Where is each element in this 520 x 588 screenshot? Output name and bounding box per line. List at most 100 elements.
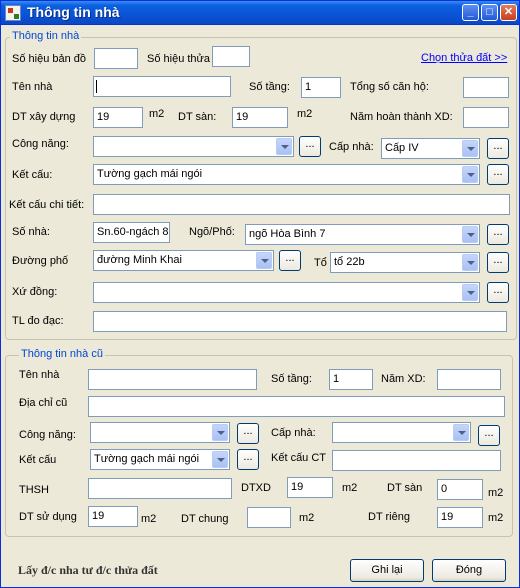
ket-cau-select[interactable]: Tường gạch mái ngói: [93, 164, 480, 185]
duong-pho-label: Đường phố: [12, 255, 69, 267]
tong-so-can-ho-input[interactable]: [463, 77, 509, 98]
dong-button[interactable]: Đóng: [432, 559, 506, 582]
m2-unit: m2: [297, 108, 313, 120]
dt-su-dung-label: DT sử dụng: [19, 511, 77, 523]
minimize-button[interactable]: _: [462, 4, 479, 21]
dtxd-input[interactable]: 19: [287, 477, 333, 498]
old-cong-nang-label: Công năng:: [19, 429, 76, 441]
dia-chi-cu-label: Địa chỉ cũ: [19, 397, 68, 409]
ket-cau-ct-label: Kết cấu CT: [271, 452, 327, 464]
so-hieu-thua-label: Số hiệu thửa: [147, 53, 211, 65]
so-hieu-thua-input[interactable]: [212, 46, 250, 67]
tl-do-dac-label: TL đo đạc:: [12, 315, 64, 327]
cap-nha-select[interactable]: Cấp IV: [381, 138, 480, 159]
duong-pho-value: đường Minh Khai: [97, 254, 182, 266]
old-ten-nha-input[interactable]: [88, 369, 257, 390]
maximize-button[interactable]: □: [481, 4, 498, 21]
ket-cau-ct-input[interactable]: [332, 450, 501, 471]
chevron-down-icon[interactable]: [276, 138, 292, 155]
dia-chi-cu-input[interactable]: [88, 396, 505, 417]
to-select[interactable]: tổ 22b: [330, 252, 480, 273]
so-tang-label: Số tầng:: [249, 81, 290, 93]
old-cong-nang-select[interactable]: [90, 422, 230, 443]
nam-hoan-thanh-label: Năm hoàn thành XD:: [350, 111, 453, 123]
cong-nang-select[interactable]: [93, 136, 294, 157]
m2-unit: m2: [149, 108, 165, 120]
dt-chung-input[interactable]: [247, 507, 291, 528]
chevron-down-icon[interactable]: [212, 424, 228, 441]
to-value: tổ 22b: [334, 256, 365, 268]
old-house-group-title: Thông tin nhà cũ: [19, 348, 105, 360]
cap-nha-browse-button[interactable]: ...: [487, 138, 509, 159]
tl-do-dac-input[interactable]: [93, 311, 507, 332]
chevron-down-icon[interactable]: [462, 166, 478, 183]
m2-unit: m2: [488, 512, 504, 524]
xu-dong-browse-button[interactable]: ...: [487, 282, 509, 303]
old-dt-san-label: DT sàn: [387, 482, 423, 494]
chon-thua-dat-link[interactable]: Chọn thửa đất >>: [421, 52, 507, 64]
m2-unit: m2: [299, 512, 315, 524]
dt-rieng-input[interactable]: 19: [437, 507, 483, 528]
old-ket-cau-label: Kết cấu: [19, 454, 57, 466]
so-tang-input[interactable]: 1: [301, 77, 341, 98]
ket-cau-value: Tường gạch mái ngói: [97, 168, 203, 180]
chevron-down-icon[interactable]: [462, 254, 478, 271]
ngo-pho-browse-button[interactable]: ...: [487, 224, 509, 245]
old-so-tang-label: Số tầng:: [271, 373, 312, 385]
old-so-tang-input[interactable]: 1: [329, 369, 373, 390]
title-bar[interactable]: Thông tin nhà _ □ ✕: [1, 1, 519, 25]
ngo-pho-select[interactable]: ngõ Hòa Bình 7: [245, 224, 480, 245]
tong-so-can-ho-label: Tổng số căn hộ:: [350, 81, 429, 93]
ket-cau-chi-tiet-label: Kết cấu chi tiết:: [9, 199, 85, 211]
ket-cau-browse-button[interactable]: ...: [487, 164, 509, 185]
xu-dong-label: Xứ đồng:: [12, 286, 58, 298]
old-cap-nha-select[interactable]: [332, 422, 471, 443]
to-browse-button[interactable]: ...: [487, 252, 509, 273]
old-dt-san-input[interactable]: 0: [437, 479, 483, 500]
ket-cau-label: Kết cấu:: [12, 169, 53, 181]
chevron-down-icon[interactable]: [256, 252, 272, 269]
ket-cau-chi-tiet-input[interactable]: [93, 194, 510, 215]
chevron-down-icon[interactable]: [462, 284, 478, 301]
m2-unit: m2: [488, 487, 504, 499]
old-ket-cau-select[interactable]: Tường gạch mái ngói: [90, 449, 230, 470]
cap-nha-value: Cấp IV: [385, 142, 419, 154]
text-caret: [96, 79, 97, 93]
duong-pho-select[interactable]: đường Minh Khai: [93, 250, 274, 271]
thsh-input[interactable]: [88, 478, 232, 499]
so-nha-input[interactable]: Sn.60-ngách 8: [93, 222, 170, 243]
nam-hoan-thanh-input[interactable]: [463, 107, 509, 128]
chevron-down-icon[interactable]: [453, 424, 469, 441]
m2-unit: m2: [342, 482, 358, 494]
dt-xay-dung-input[interactable]: 19: [93, 107, 143, 128]
dt-san-input[interactable]: 19: [232, 107, 288, 128]
chevron-down-icon[interactable]: [462, 140, 478, 157]
lay-dia-chi-label[interactable]: Lấy đ/c nha tư đ/c thửa đất: [18, 563, 158, 578]
current-house-group-title: Thông tin nhà: [10, 30, 82, 42]
to-label: Tổ: [314, 257, 327, 269]
so-hieu-ban-do-input[interactable]: [94, 48, 138, 69]
dt-chung-label: DT chung: [181, 513, 229, 525]
dt-san-label: DT sàn:: [178, 111, 217, 123]
cong-nang-browse-button[interactable]: ...: [299, 136, 321, 157]
m2-unit: m2: [141, 513, 157, 525]
cap-nha-label: Cấp nhà:: [329, 141, 374, 153]
close-button[interactable]: ✕: [500, 4, 517, 21]
chevron-down-icon[interactable]: [212, 451, 228, 468]
xu-dong-select[interactable]: [93, 282, 480, 303]
window-title: Thông tin nhà: [27, 4, 120, 20]
ghi-lai-button[interactable]: Ghi lại: [350, 559, 424, 582]
dt-su-dung-input[interactable]: 19: [88, 506, 138, 527]
chevron-down-icon[interactable]: [462, 226, 478, 243]
app-icon: [5, 5, 21, 21]
old-cap-nha-browse-button[interactable]: ...: [478, 425, 500, 446]
duong-pho-browse-button[interactable]: ...: [279, 250, 301, 271]
old-ket-cau-browse-button[interactable]: ...: [237, 449, 259, 470]
dt-xay-dung-label: DT xây dựng: [12, 111, 76, 123]
ngo-pho-label: Ngõ/Phố:: [189, 226, 235, 238]
ten-nha-input[interactable]: [93, 76, 231, 97]
old-cong-nang-browse-button[interactable]: ...: [237, 423, 259, 444]
old-nam-xd-label: Năm XD:: [381, 373, 426, 385]
old-nam-xd-input[interactable]: [437, 369, 501, 390]
so-nha-label: Số nhà:: [12, 226, 50, 238]
